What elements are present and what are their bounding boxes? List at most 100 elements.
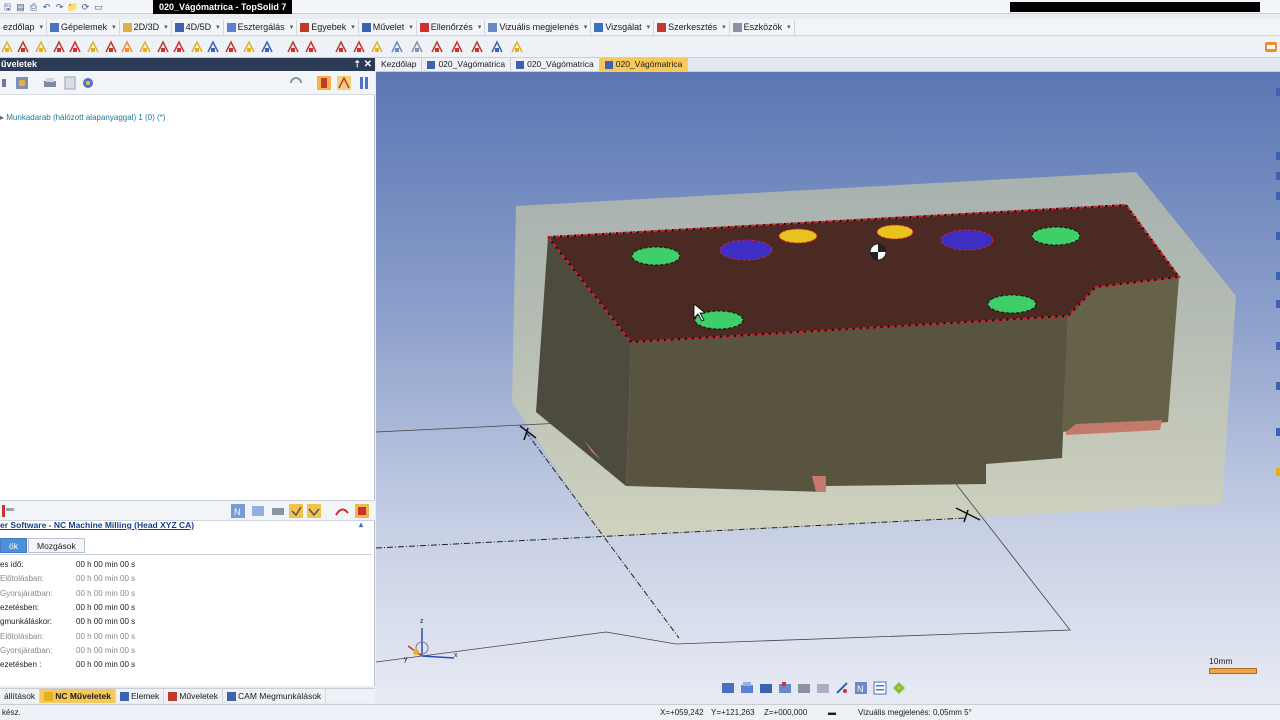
menu-2[interactable]: 2D/3D ▾	[120, 19, 172, 35]
view-home-icon[interactable]	[720, 680, 736, 696]
toolbar-tool-icon[interactable]	[510, 40, 524, 54]
toolbar-tool-icon[interactable]	[224, 40, 238, 54]
print-preview-icon[interactable]	[42, 75, 58, 91]
toolbar-tool-icon[interactable]	[0, 40, 14, 54]
menu-0[interactable]: ezdőlap ▾	[0, 19, 48, 35]
run-icon[interactable]	[288, 503, 304, 519]
toolbar-tool-icon[interactable]	[260, 40, 274, 54]
tool-icon[interactable]	[316, 75, 332, 91]
view-wire-icon[interactable]	[796, 680, 812, 696]
postprocess-icon[interactable]	[270, 503, 286, 519]
doc-tab-1[interactable]: 020_Vágómatrica	[422, 58, 512, 71]
toolbar-tool-icon[interactable]	[490, 40, 504, 54]
toolbar-tool-icon[interactable]	[206, 40, 220, 54]
chevron-down-icon[interactable]: ▾	[216, 23, 220, 31]
view-section-icon[interactable]	[815, 680, 831, 696]
toolbar-tool-icon[interactable]	[16, 40, 30, 54]
document-icon[interactable]	[62, 75, 78, 91]
chevron-down-icon[interactable]: ▾	[351, 23, 355, 31]
stock-icon[interactable]	[354, 503, 370, 519]
simulation-icon[interactable]	[80, 75, 96, 91]
chevron-down-icon[interactable]: ▾	[478, 23, 482, 31]
verify-icon[interactable]	[306, 503, 322, 519]
toolbar-tool-icon[interactable]	[370, 40, 384, 54]
toolbar-tool-icon[interactable]	[390, 40, 404, 54]
menu-3[interactable]: 4D/5D ▾	[172, 19, 224, 35]
help-icon[interactable]	[1264, 40, 1278, 54]
subtab-0[interactable]: ök	[0, 538, 27, 553]
toolbar-tool-icon[interactable]	[304, 40, 318, 54]
toolbar-tool-icon[interactable]	[450, 40, 464, 54]
menu-10[interactable]: Szerkesztés ▾	[654, 19, 730, 35]
chevron-down-icon[interactable]: ▾	[787, 23, 791, 31]
collapse-icon[interactable]: ▴	[359, 520, 363, 529]
toolbar-tool-icon[interactable]	[172, 40, 186, 54]
view-measure-icon[interactable]	[834, 680, 850, 696]
bottom-tab-1[interactable]: NC Műveletek	[40, 689, 116, 703]
panel-options-icon[interactable]	[356, 75, 372, 91]
chevron-down-icon[interactable]: ▾	[290, 23, 294, 31]
sync-icon[interactable]	[288, 75, 304, 91]
toolbar-tool-icon[interactable]	[52, 40, 66, 54]
machine-icon[interactable]	[14, 75, 30, 91]
doc-tab-0[interactable]: Kezdőlap	[376, 58, 423, 71]
toolbar-tool-icon[interactable]	[286, 40, 300, 54]
redo-icon[interactable]: ↷	[54, 2, 65, 12]
view-nc-icon[interactable]: N	[853, 680, 869, 696]
nc-icon[interactable]: N	[230, 503, 246, 519]
subtab-1[interactable]: Mozgások	[27, 538, 85, 553]
bottom-tab-0[interactable]: állítások	[0, 689, 41, 703]
tree-item-workpiece[interactable]: ▸ Munkadarab (hálózott alapanyaggal) 1 (…	[0, 113, 165, 122]
machine-tree-icon[interactable]	[0, 503, 16, 519]
toolbar-tool-icon[interactable]	[430, 40, 444, 54]
toolbar-tool-icon[interactable]	[120, 40, 134, 54]
visual-quality[interactable]: Vizuális megjelenés: 0,05mm 5°	[858, 708, 972, 717]
bottom-tab-3[interactable]: Műveletek	[164, 689, 224, 703]
close-icon[interactable]: ✕	[364, 58, 372, 71]
toolbar-tool-icon[interactable]	[242, 40, 256, 54]
toolbar-tool-icon[interactable]	[410, 40, 424, 54]
3d-viewport[interactable]: z x y 10mm N	[376, 72, 1280, 704]
chevron-down-icon[interactable]: ▾	[409, 23, 413, 31]
tree-expand-icon[interactable]: ▸	[0, 113, 4, 122]
chevron-down-icon[interactable]: ▾	[112, 23, 116, 31]
view-shaded-icon[interactable]	[777, 680, 793, 696]
view-color-icon[interactable]	[891, 680, 907, 696]
pin-icon[interactable]: ⇡	[353, 58, 361, 71]
toolbar-tool-icon[interactable]	[138, 40, 152, 54]
export-icon[interactable]	[250, 503, 266, 519]
open-icon[interactable]: ▤	[15, 2, 26, 12]
toolbar-tool-icon[interactable]	[190, 40, 204, 54]
window-icon[interactable]: ▭	[93, 2, 104, 12]
view-iso-icon[interactable]	[758, 680, 774, 696]
chevron-down-icon[interactable]: ▾	[647, 23, 651, 31]
save-icon[interactable]: 🖫	[2, 2, 13, 12]
chevron-down-icon[interactable]: ▾	[584, 23, 588, 31]
toolbar-tool-icon[interactable]	[156, 40, 170, 54]
bottom-tab-4[interactable]: CAM Megmunkálások	[223, 689, 327, 703]
menu-5[interactable]: Egyebek ▾	[297, 19, 359, 35]
toolbar-tool-icon[interactable]	[34, 40, 48, 54]
menu-6[interactable]: Művelet ▾	[359, 19, 417, 35]
print-icon[interactable]: ⎙	[28, 2, 39, 12]
menu-9[interactable]: Vizsgálat ▾	[591, 19, 655, 35]
toolbar-tool-icon[interactable]	[334, 40, 348, 54]
undo-icon[interactable]: ↶	[41, 2, 52, 12]
menu-8[interactable]: Vizuális megjelenés ▾	[485, 19, 592, 35]
toolbar-tool-icon[interactable]	[86, 40, 100, 54]
bottom-tab-2[interactable]: Elemek	[116, 689, 165, 703]
folder-icon[interactable]: 📁	[67, 2, 78, 12]
chevron-down-icon[interactable]: ▾	[40, 23, 44, 31]
view-list-icon[interactable]	[872, 680, 888, 696]
chevron-down-icon[interactable]: ▾	[722, 23, 726, 31]
snap-icon[interactable]: ▬	[828, 708, 836, 717]
doc-tab-2[interactable]: 020_Vágómatrica	[511, 58, 600, 71]
model-view[interactable]	[376, 72, 1280, 704]
toolbar-tool-icon[interactable]	[352, 40, 366, 54]
menu-11[interactable]: Eszközök ▾	[730, 19, 795, 35]
toolbar-tool-icon[interactable]	[104, 40, 118, 54]
doc-tab-3[interactable]: 020_Vágómatrica	[599, 58, 689, 71]
chevron-down-icon[interactable]: ▾	[164, 23, 168, 31]
menu-7[interactable]: Ellenőrzés ▾	[417, 19, 486, 35]
view-front-icon[interactable]	[739, 680, 755, 696]
